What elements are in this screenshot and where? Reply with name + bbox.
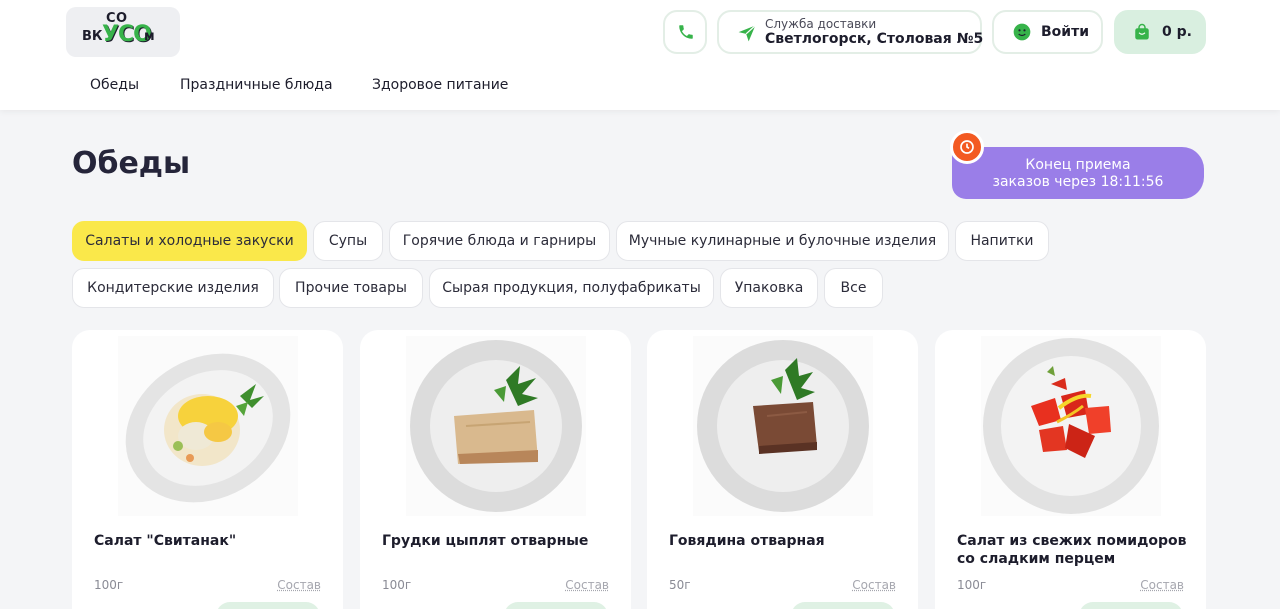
product-card[interactable]: Говядина отварная 50г Состав [647,330,918,609]
category-chip-hot-dishes[interactable]: Горячие блюда и гарниры [389,221,610,261]
add-to-cart-button[interactable] [1079,602,1183,609]
product-composition-link[interactable]: Состав [277,578,321,592]
category-chip-soups[interactable]: Супы [313,221,383,261]
product-composition-link[interactable]: Состав [1140,578,1184,592]
product-card[interactable]: Салат "Свитанак" 100г Состав [72,330,343,609]
delivery-address-button[interactable]: Служба доставки Светлогорск, Столовая №5 [717,10,984,54]
category-chip-raw-products[interactable]: Сырая продукция, полуфабрикаты [429,268,714,308]
login-label: Войти [1041,24,1090,40]
nav-item-lunches[interactable]: Обеды [90,77,139,93]
logo-text-right: м [144,29,155,44]
category-chip-other-goods[interactable]: Прочие товары [279,268,423,308]
send-icon [738,25,756,42]
product-composition-link[interactable]: Состав [565,578,609,592]
add-to-cart-button[interactable] [504,602,608,609]
order-deadline-line1: Конец приема [1025,157,1131,173]
product-photo[interactable] [118,336,298,516]
bag-icon [1135,23,1149,40]
nav-item-holiday-dishes[interactable]: Праздничные блюда [180,77,333,93]
user-icon [1013,23,1031,41]
product-photo[interactable] [981,336,1161,516]
product-weight: 50г [669,578,691,592]
product-photo[interactable] [406,336,586,516]
clock-icon [950,130,984,164]
category-chip-all[interactable]: Все [824,268,883,308]
product-card[interactable]: Грудки цыплят отварные 100г Состав [360,330,631,609]
order-deadline-banner: Конец приема заказов через 18:11:56 [952,147,1204,199]
add-to-cart-button[interactable] [791,602,895,609]
category-chip-packaging[interactable]: Упаковка [720,268,818,308]
delivery-address: Светлогорск, Столовая №5 [765,31,984,47]
product-name: Салат "Свитанак" [94,533,237,549]
cart-total: 0 р. [1162,24,1192,40]
nav-item-healthy-food[interactable]: Здоровое питание [372,77,508,93]
product-name: Грудки цыплят отварные [382,533,589,549]
product-card[interactable]: Салат из свежих помидоров со сладким пер… [935,330,1206,609]
category-chip-salads[interactable]: Салаты и холодные закуски [72,221,307,261]
category-chip-confectionery[interactable]: Кондитерские изделия [72,268,274,308]
phone-button[interactable] [663,10,707,54]
category-chip-bakery[interactable]: Мучные кулинарные и булочные изделия [616,221,949,261]
delivery-label: Служба доставки [765,17,877,31]
login-button[interactable]: Войти [992,10,1103,54]
product-photo[interactable] [693,336,873,516]
logo[interactable]: СО ВК УСО м [66,7,180,57]
logo-text-left: ВК [82,29,103,44]
order-deadline-countdown: заказов через 18:11:56 [992,174,1164,190]
page-title: Обеды [72,146,191,181]
add-to-cart-button[interactable] [216,602,320,609]
phone-icon [679,25,693,39]
product-weight: 100г [957,578,987,592]
category-chip-drinks[interactable]: Напитки [955,221,1049,261]
product-composition-link[interactable]: Состав [852,578,896,592]
product-name: Салат из свежих помидоров со сладким пер… [957,533,1187,567]
site-header: СО ВК УСО м Служба доставки Светлогорск,… [0,0,1280,110]
product-weight: 100г [94,578,124,592]
cart-button[interactable]: 0 р. [1114,10,1206,54]
product-name: Говядина отварная [669,533,825,549]
product-weight: 100г [382,578,412,592]
